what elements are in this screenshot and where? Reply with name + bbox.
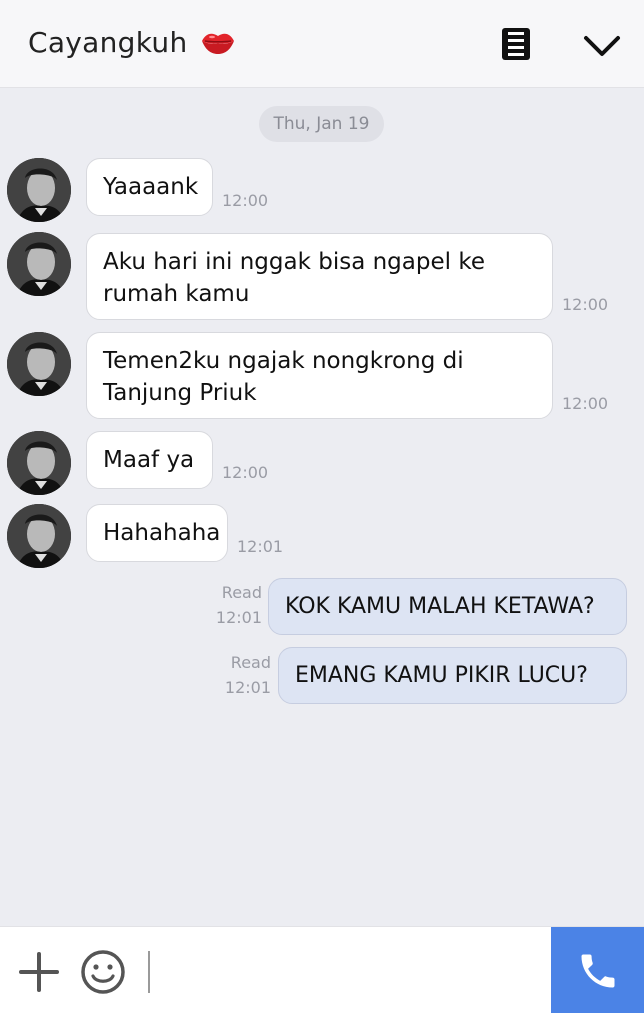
message-input-cursor[interactable] (148, 951, 150, 993)
message-text: Maaf ya (103, 447, 195, 473)
message-text: Yaaaank (103, 174, 199, 200)
message-time: 12:01 (224, 678, 271, 697)
contact-avatar[interactable] (7, 232, 71, 296)
message-time: 12:00 (222, 463, 269, 482)
message-time: 12:00 (222, 191, 269, 210)
message-meta: Read 12:01 (212, 580, 262, 630)
message-text-line: Tanjung Priuk (103, 380, 257, 406)
date-separator: Thu, Jan 19 (259, 106, 384, 142)
contact-avatar[interactable] (7, 332, 71, 396)
message-bubble-outgoing[interactable]: KOK KAMU MALAH KETAWA? (268, 578, 627, 635)
message-text: EMANG KAMU PIKIR LUCU? (295, 663, 588, 688)
message-bubble-outgoing[interactable]: EMANG KAMU PIKIR LUCU? (278, 647, 627, 704)
message-bubble-incoming[interactable]: Yaaaank (86, 158, 213, 216)
message-input-bar (0, 926, 644, 1013)
message-time: 12:01 (237, 537, 284, 556)
message-meta: Read 12:01 (221, 650, 271, 700)
message-text-line: rumah kamu (103, 281, 250, 307)
phone-icon (581, 954, 614, 987)
menu-icon[interactable] (502, 28, 530, 60)
plus-icon[interactable] (18, 951, 60, 993)
message-text-line: Aku hari ini nggak bisa ngapel ke (103, 249, 485, 275)
message-text: Hahahaha (103, 520, 221, 546)
contact-avatar[interactable] (7, 158, 71, 222)
call-button[interactable] (551, 927, 644, 1013)
chevron-down-icon[interactable] (582, 30, 622, 60)
contact-avatar[interactable] (7, 431, 71, 495)
contact-avatar[interactable] (7, 504, 71, 568)
smiley-icon[interactable] (80, 949, 126, 995)
message-bubble-incoming[interactable]: Aku hari ini nggak bisa ngapel ke rumah … (86, 233, 553, 320)
contact-name: Cayangkuh (28, 26, 188, 59)
message-text: KOK KAMU MALAH KETAWA? (285, 594, 595, 619)
read-status: Read (230, 653, 271, 672)
message-time: 12:01 (215, 608, 262, 627)
message-time: 12:00 (562, 295, 609, 314)
message-bubble-incoming[interactable]: Hahahaha (86, 504, 228, 562)
message-bubble-incoming[interactable]: Maaf ya (86, 431, 213, 489)
message-time: 12:00 (562, 394, 609, 413)
message-text-line: Temen2ku ngajak nongkrong di (103, 348, 464, 374)
chat-title[interactable]: Cayangkuh (28, 26, 236, 59)
message-bubble-incoming[interactable]: Temen2ku ngajak nongkrong di Tanjung Pri… (86, 332, 553, 419)
chat-header: Cayangkuh (0, 0, 644, 88)
lips-kiss-icon (200, 30, 236, 56)
read-status: Read (221, 583, 262, 602)
